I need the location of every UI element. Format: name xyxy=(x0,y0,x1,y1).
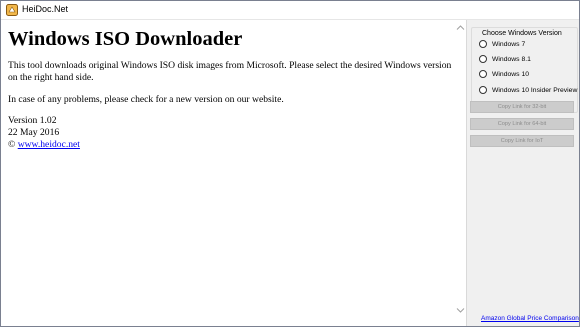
radio-circle-icon[interactable] xyxy=(479,55,487,63)
description-text: This tool downloads original Windows ISO… xyxy=(8,60,452,83)
chevron-up-icon[interactable] xyxy=(456,24,465,31)
copyright-line: © www.heidoc.net xyxy=(8,139,80,151)
vertical-scrollbar[interactable] xyxy=(455,20,466,326)
group-title: Choose Windows Version xyxy=(480,30,564,37)
radio-label: Windows 8.1 xyxy=(492,55,531,63)
radio-label: Windows 10 Insider Preview xyxy=(492,86,578,94)
info-panel: Windows ISO Downloader This tool downloa… xyxy=(1,20,467,326)
amazon-price-link[interactable]: Amazon Global Price Comparison xyxy=(481,315,579,322)
app-logo-icon xyxy=(6,4,18,16)
version-text: Version 1.02 xyxy=(8,115,57,126)
version-info: Version 1.02 22 May 2016 © www.heidoc.ne… xyxy=(8,115,80,151)
radio-circle-icon[interactable] xyxy=(479,86,487,94)
radio-windows-7[interactable]: Windows 7 xyxy=(479,38,525,50)
app-window: HeiDoc.Net Windows ISO Downloader This t… xyxy=(0,0,580,327)
help-text: In case of any problems, please check fo… xyxy=(8,94,284,105)
radio-windows-8-1[interactable]: Windows 8.1 xyxy=(479,53,531,65)
radio-windows-10[interactable]: Windows 10 xyxy=(479,68,529,80)
window-title: HeiDoc.Net xyxy=(22,4,69,14)
radio-label: Windows 7 xyxy=(492,40,526,48)
radio-circle-icon[interactable] xyxy=(479,70,487,78)
radio-windows-10-insider[interactable]: Windows 10 Insider Preview xyxy=(479,84,577,96)
copy-link-32bit-button[interactable]: Copy Link for 32-bit xyxy=(470,101,574,113)
radio-circle-icon[interactable] xyxy=(479,40,487,48)
website-link[interactable]: www.heidoc.net xyxy=(18,139,80,150)
copy-link-64bit-button[interactable]: Copy Link for 64-bit xyxy=(470,118,574,130)
copyright-symbol: © xyxy=(8,139,16,150)
copy-link-iot-button[interactable]: Copy Link for IoT xyxy=(470,135,574,147)
chevron-down-icon[interactable] xyxy=(456,307,465,314)
sidebar: Choose Windows Version Windows 7 Windows… xyxy=(467,20,579,326)
radio-label: Windows 10 xyxy=(492,70,530,78)
title-bar[interactable]: HeiDoc.Net xyxy=(1,1,579,20)
page-title: Windows ISO Downloader xyxy=(8,28,243,50)
date-text: 22 May 2016 xyxy=(8,127,60,138)
